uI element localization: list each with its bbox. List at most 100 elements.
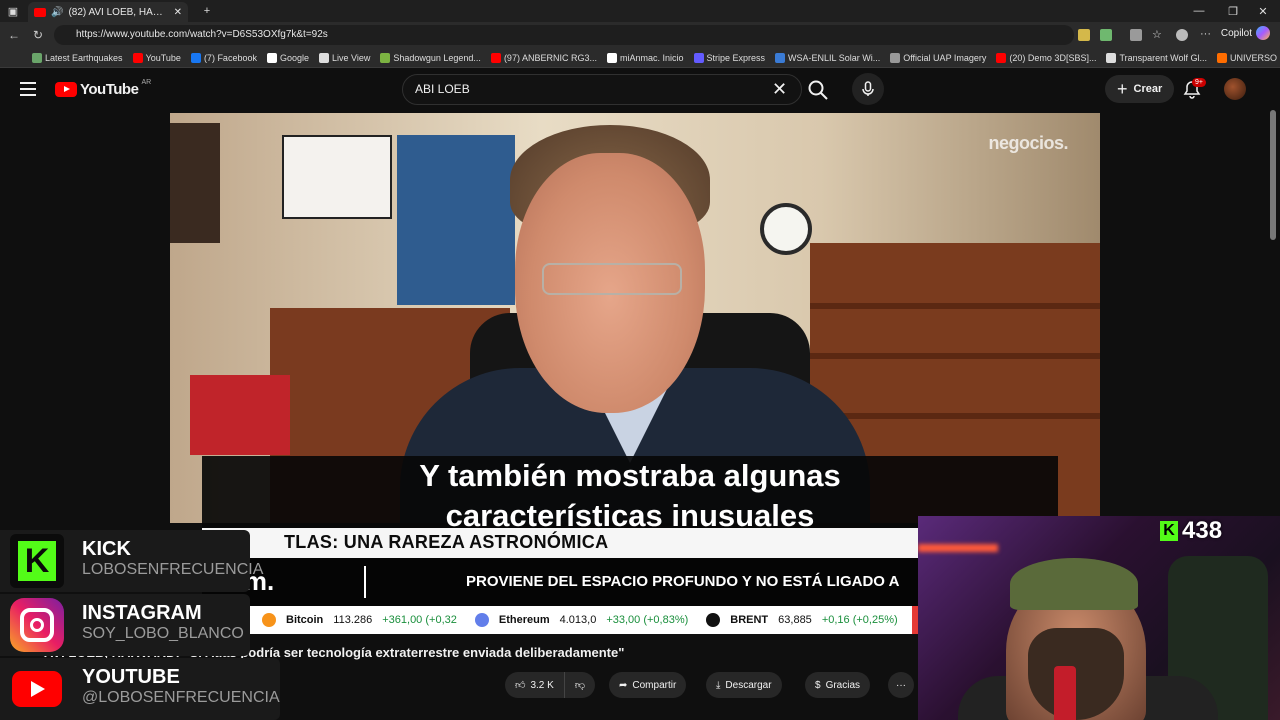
bookmark-favicon-icon: [1216, 52, 1227, 63]
video-scene: [397, 135, 515, 305]
more-icon: ···: [896, 679, 906, 691]
close-tab-icon[interactable]: ✕: [174, 7, 182, 18]
bookmark-favicon-icon: [319, 52, 329, 63]
more-actions-group: ···: [888, 672, 914, 698]
create-button[interactable]: + Crear: [1105, 75, 1175, 103]
youtube-favicon-icon: [996, 52, 1007, 63]
video-scene: [170, 123, 220, 243]
bookmark-label: miAnmac. Inicio: [619, 52, 684, 63]
search-icon[interactable]: [806, 78, 830, 102]
minimize-icon[interactable]: —: [1182, 0, 1216, 22]
social-handle: LOBOSENFRECUENCIA: [82, 561, 264, 578]
youtube-logo-icon: [10, 662, 64, 716]
bookmark-item[interactable]: Shadowgun Legend...: [380, 52, 481, 63]
microphone-icon: [862, 81, 874, 96]
bookmark-item[interactable]: WSA-ENLIL Solar Wi...: [775, 52, 880, 63]
bookmark-item[interactable]: miAnmac. Inicio: [606, 52, 684, 63]
download-label: Descargar: [725, 679, 772, 691]
youtube-favicon-icon: [34, 7, 46, 17]
bookmark-favicon-icon: [32, 52, 42, 63]
bookmark-favicon-icon: [1106, 52, 1117, 63]
search-input[interactable]: ABI LOEB: [402, 74, 802, 105]
news-lower-third: TLAS: UNA RAREZA ASTRONÓMICA: [202, 528, 918, 558]
social-platform: INSTAGRAM: [82, 602, 202, 624]
refresh-icon[interactable]: ↻: [28, 25, 48, 45]
bookmarks-bar: Latest Earthquakes YouTube (7) Facebook …: [0, 48, 1280, 68]
like-count: 3.2 K: [530, 679, 554, 691]
bookmark-label: Transparent Wolf Gl...: [1119, 52, 1207, 63]
country-code: AR: [141, 79, 152, 86]
tab-actions-icon[interactable]: ▣: [0, 0, 26, 22]
voice-search-button[interactable]: [852, 73, 884, 105]
bookmark-item[interactable]: Latest Earthquakes: [32, 52, 123, 63]
dislike-button[interactable]: 👎︎: [564, 672, 595, 698]
avatar[interactable]: [1224, 78, 1246, 100]
thanks-group: $ Gracias: [805, 672, 871, 698]
browser-tab-active[interactable]: 🔊 (82) AVI LOEB, HARVARD: "Si ✕: [28, 2, 188, 22]
ticker-name: Ethereum: [498, 614, 550, 626]
bookmark-item[interactable]: Google: [266, 52, 309, 63]
copilot-button[interactable]: Copilot: [1221, 26, 1270, 40]
stripe-favicon-icon: [693, 52, 704, 63]
url-field[interactable]: https://www.youtube.com/watch?v=D6S53OXf…: [54, 25, 1074, 45]
facebook-favicon-icon: [190, 52, 201, 63]
close-window-icon[interactable]: ✕: [1246, 0, 1280, 22]
video-scene: [760, 203, 812, 255]
back-icon[interactable]: ←: [4, 25, 24, 45]
maximize-icon[interactable]: ❐: [1216, 0, 1250, 22]
extensions-icon[interactable]: [1130, 29, 1142, 41]
bookmark-label: Shadowgun Legend...: [393, 52, 481, 63]
bookmark-item[interactable]: YouTube: [132, 52, 181, 63]
market-ticker: Bitcoin 113.286 +361,00 (+0,32 Ethereum …: [202, 606, 918, 634]
bookmark-item[interactable]: (20) Demo 3D[SBS]...: [996, 52, 1096, 63]
ticker-change: +33,00 (+0,83%): [606, 614, 689, 626]
video-scene: [810, 353, 1100, 359]
super-thanks-icon: $: [815, 679, 821, 691]
download-button[interactable]: ⤓ Descargar: [706, 672, 782, 698]
bookmark-item[interactable]: Live View: [319, 52, 370, 63]
bookmark-label: Official UAP Imagery: [903, 52, 987, 63]
webcam-scene: [918, 544, 998, 552]
clear-search-icon[interactable]: ✕: [772, 78, 787, 100]
bookmark-item[interactable]: (7) Facebook: [190, 52, 257, 63]
favorites-icon[interactable]: ☆: [1152, 29, 1164, 41]
ticker-value: 113.286: [333, 614, 373, 626]
bookmark-item[interactable]: Stripe Express: [693, 52, 765, 63]
webcam-scene: [1028, 628, 1124, 720]
copilot-icon: [1256, 26, 1270, 40]
bookmark-favicon-icon: [890, 52, 901, 63]
social-handle: @LOBOSENFRECUENCIA: [82, 689, 280, 706]
ticker-change: +361,00 (+0,32: [382, 614, 457, 626]
speaker-icon[interactable]: 🔊: [51, 7, 63, 18]
ticker-name: Bitcoin: [286, 614, 324, 626]
streamer-webcam: [918, 516, 1280, 720]
bookmark-item[interactable]: Transparent Wolf Gl...: [1106, 52, 1207, 63]
new-tab-icon[interactable]: +: [190, 0, 224, 22]
instagram-logo-icon: [10, 598, 64, 652]
extension-icon[interactable]: [1100, 29, 1112, 41]
share-button[interactable]: ➦ Compartir: [609, 672, 687, 698]
extension-icon[interactable]: [1078, 29, 1090, 41]
more-icon[interactable]: ···: [1200, 29, 1212, 41]
bookmark-item[interactable]: UNIVERSO RETRO...: [1216, 52, 1280, 63]
menu-icon[interactable]: [20, 82, 36, 96]
page-scrollbar[interactable]: [1270, 110, 1276, 240]
youtube-logo[interactable]: YouTube AR: [55, 79, 152, 98]
social-kick: K KICK LOBOSENFRECUENCIA: [0, 530, 280, 592]
social-youtube: YOUTUBE @LOBOSENFRECUENCIA: [0, 658, 280, 720]
more-actions-button[interactable]: ···: [888, 672, 914, 698]
like-button[interactable]: 👍︎ 3.2 K: [505, 672, 565, 698]
google-favicon-icon: [266, 52, 277, 63]
browser-tab-bar: ▣ 🔊 (82) AVI LOEB, HARVARD: "Si ✕ + — ❐ …: [0, 0, 1280, 22]
thanks-button[interactable]: $ Gracias: [805, 672, 871, 698]
bookmark-label: (97) ANBERNIC RG3...: [503, 52, 597, 63]
logo-text: YouTube: [80, 81, 139, 98]
bookmark-item[interactable]: (97) ANBERNIC RG3...: [490, 52, 597, 63]
ticker-value: 63,885: [778, 614, 812, 626]
profile-icon[interactable]: [1176, 29, 1188, 41]
social-platform: KICK: [82, 538, 131, 560]
share-group: ➦ Compartir: [609, 672, 687, 698]
lower-third-text: TLAS: UNA RAREZA ASTRONÓMICA: [284, 532, 609, 552]
bookmark-item[interactable]: Official UAP Imagery: [890, 52, 987, 63]
thanks-label: Gracias: [825, 679, 861, 691]
